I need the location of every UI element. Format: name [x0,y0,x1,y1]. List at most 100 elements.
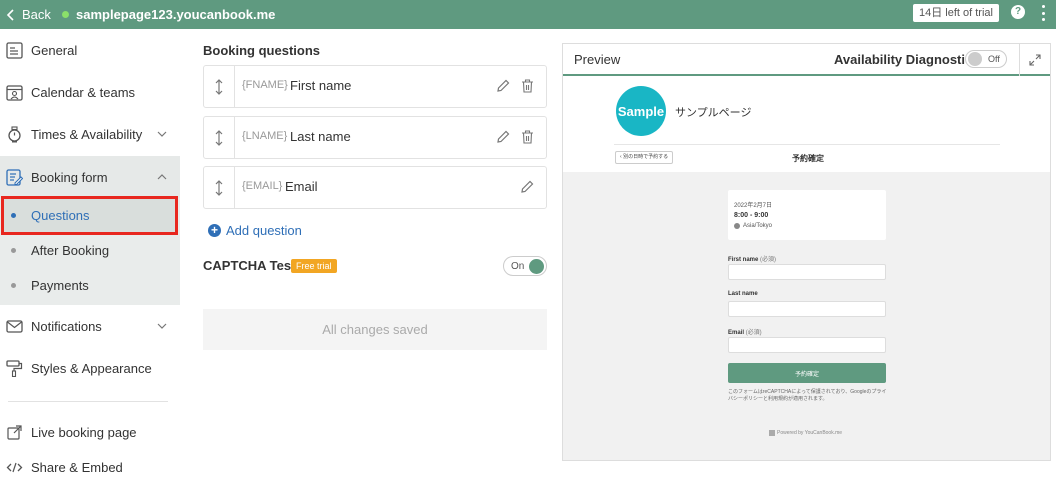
sidebar-item-label: Booking form [31,169,108,185]
booking-timezone: Asia/Tokyo [734,223,772,229]
chevron-left-icon [6,8,14,21]
sidebar-item-notifications[interactable]: Notifications [0,305,180,347]
question-name: First name [290,78,352,93]
back-button[interactable]: Back [6,0,51,29]
general-icon [6,41,23,59]
calendar-icon [6,84,23,101]
question-row[interactable]: {FNAME} First name [203,65,547,108]
bullet-icon [11,248,16,253]
sidebar-subitem-after-booking[interactable]: After Booking [0,233,180,268]
clock-icon [8,125,21,142]
captcha-label: CAPTCHA Test [203,258,296,273]
ycbm-logo-icon [769,430,775,436]
powered-by: Powered by YouCanBook.me [769,430,842,436]
preview-header: Preview Availability Diagnostics Off [563,44,1050,76]
sidebar-item-calendar[interactable]: Calendar & teams [0,71,180,113]
sidebar: General Calendar & teams Times & Availab… [0,29,180,485]
bullet-icon [11,213,16,218]
question-tag: {LNAME} [242,130,288,142]
chevron-down-icon [157,131,167,137]
sidebar-item-label: Notifications [31,318,102,334]
divider [614,144,1000,145]
sidebar-item-label: Styles & Appearance [31,360,152,376]
divider [1019,44,1020,76]
drag-handle-icon[interactable] [204,66,235,107]
preview-form-area: 2022年2月7日 8:00 - 9:00 Asia/Tokyo First n… [563,172,1050,460]
sidebar-item-times-availability[interactable]: Times & Availability [0,113,180,155]
booking-summary-card: 2022年2月7日 8:00 - 9:00 Asia/Tokyo [728,190,886,240]
booking-date: 2022年2月7日 [734,203,773,209]
field-label-text: Email [728,330,745,336]
confirm-booking-button[interactable]: 予約確定 [728,363,886,383]
toggle-knob [968,52,982,66]
diagnostics-toggle[interactable]: Off [965,50,1007,68]
preview-back-label: 別の日時で予約する [623,154,669,160]
trash-icon[interactable] [521,79,534,93]
paint-roller-icon [6,359,23,377]
chevron-up-icon [157,174,167,180]
mail-icon [6,319,23,333]
sidebar-subitem-label: Payments [31,278,89,293]
trash-icon[interactable] [521,130,534,144]
sidebar-item-share-embed[interactable]: Share & Embed [0,446,180,485]
sidebar-subitem-payments[interactable]: Payments [0,268,180,303]
pencil-icon[interactable] [520,180,534,194]
globe-icon [734,223,740,229]
booking-time: 8:00 - 9:00 [734,212,769,219]
sidebar-item-label: General [31,42,78,58]
preview-title: Preview [574,52,621,67]
add-question-button[interactable]: + Add question [208,223,302,238]
status-dot-icon [62,11,69,18]
save-status: All changes saved [203,309,547,350]
question-row[interactable]: {EMAIL} Email [203,166,547,209]
sidebar-item-label: Calendar & teams [31,84,136,100]
availability-diagnostics-label: Availability Diagnostics [834,52,980,67]
toggle-label: On [511,261,525,272]
email-field[interactable] [728,337,886,353]
last-name-field[interactable] [728,301,886,317]
sidebar-subitem-questions[interactable]: Questions [0,198,180,233]
trial-badge[interactable]: 14日 left of trial [913,4,999,22]
confirm-title: 予約確定 [792,154,824,163]
help-icon[interactable]: ? [1011,5,1025,19]
question-name: Last name [290,129,351,144]
site-url: samplepage123.youcanbook.me [76,7,276,22]
sidebar-divider [8,401,168,402]
sidebar-item-styles-appearance[interactable]: Styles & Appearance [0,347,180,389]
toggle-label: Off [988,54,1000,64]
question-tag: {EMAIL} [242,180,283,192]
code-icon [6,462,23,472]
required-mark: (必須) [760,257,777,263]
question-row[interactable]: {LNAME} Last name [203,116,547,159]
plus-icon: + [208,224,221,237]
sidebar-item-booking-form[interactable]: Booking form [0,156,180,198]
external-link-icon [7,424,22,440]
toggle-knob [529,259,544,274]
powered-by-label: Powered by YouCanBook.me [777,430,843,436]
field-label: Last name [728,291,758,297]
preview-panel: Preview Availability Diagnostics Off Sam… [562,43,1051,461]
sidebar-item-label: Times & Availability [31,126,143,142]
pencil-icon[interactable] [496,79,510,93]
field-label-text: First name [728,257,759,263]
site-url-link[interactable]: samplepage123.youcanbook.me [62,0,275,29]
section-title: Booking questions [203,43,320,58]
required-mark: (必須) [745,330,762,336]
question-tag: {FNAME} [242,79,288,91]
first-name-field[interactable] [728,264,886,280]
expand-icon[interactable] [1029,54,1041,66]
back-label: Back [22,7,51,22]
timezone-label: Asia/Tokyo [743,223,773,229]
sidebar-item-label: Share & Embed [31,459,123,475]
booking-page-name: サンプルページ [675,107,752,119]
more-menu-icon[interactable] [1042,5,1046,21]
sidebar-item-general[interactable]: General [0,29,180,71]
field-label: Email (必須) [728,327,762,336]
captcha-toggle[interactable]: On [503,256,547,276]
drag-handle-icon[interactable] [204,117,235,158]
field-label-text: Last name [728,291,758,297]
preview-back-button[interactable]: ‹ 別の日時で予約する [615,151,674,164]
drag-handle-icon[interactable] [204,167,235,208]
pencil-icon[interactable] [496,130,510,144]
sidebar-subitem-label: After Booking [31,243,110,258]
